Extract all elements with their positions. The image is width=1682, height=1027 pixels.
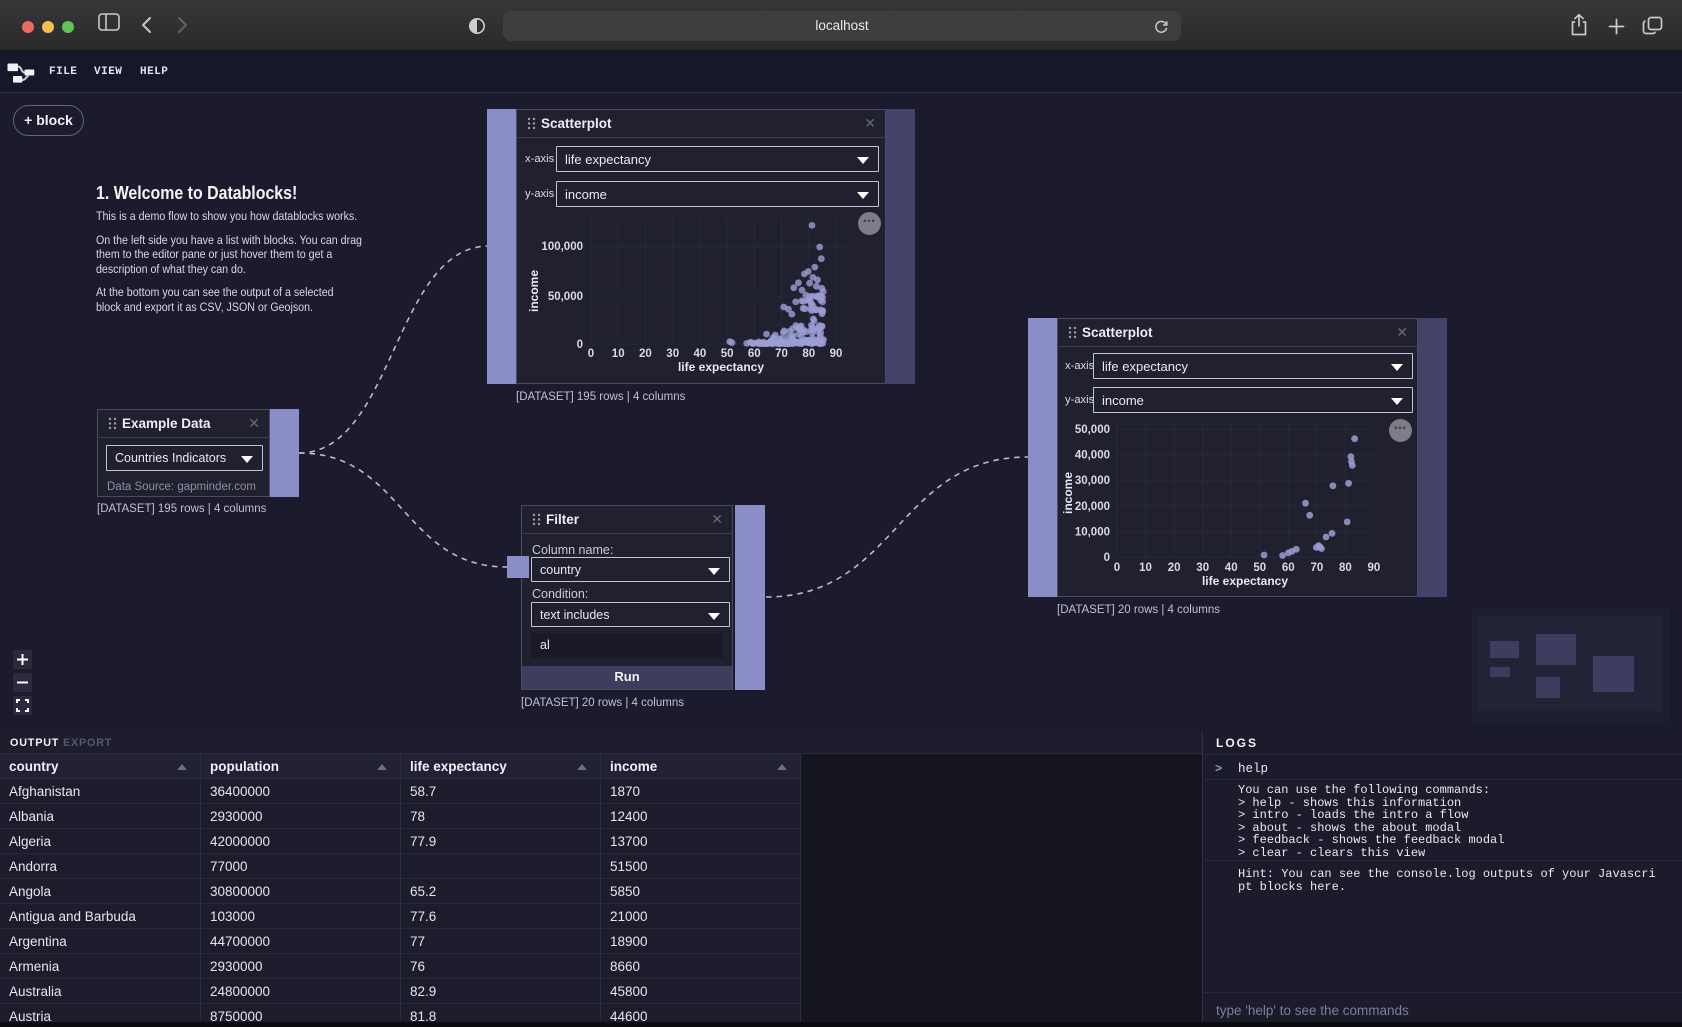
svg-text:0: 0 — [1114, 562, 1120, 574]
svg-text:10,000: 10,000 — [1075, 526, 1110, 538]
svg-text:income: income — [527, 270, 541, 312]
svg-text:70: 70 — [1311, 562, 1324, 574]
svg-text:70: 70 — [775, 348, 788, 360]
svg-text:40: 40 — [1225, 562, 1238, 574]
svg-text:50,000: 50,000 — [1075, 424, 1110, 436]
svg-text:0: 0 — [588, 348, 594, 360]
svg-text:0: 0 — [1104, 552, 1110, 564]
svg-text:0: 0 — [577, 339, 583, 351]
svg-text:30: 30 — [1196, 562, 1209, 574]
svg-text:10: 10 — [1139, 562, 1152, 574]
svg-text:30: 30 — [666, 348, 679, 360]
svg-text:10: 10 — [612, 348, 625, 360]
svg-text:80: 80 — [1339, 562, 1352, 574]
svg-text:50,000: 50,000 — [548, 291, 583, 303]
svg-text:60: 60 — [1282, 562, 1295, 574]
svg-text:90: 90 — [1368, 562, 1381, 574]
svg-text:60: 60 — [748, 348, 761, 360]
svg-text:50: 50 — [721, 348, 734, 360]
svg-text:20,000: 20,000 — [1075, 501, 1110, 513]
svg-text:40,000: 40,000 — [1075, 450, 1110, 462]
svg-text:50: 50 — [1253, 562, 1266, 574]
svg-text:40: 40 — [694, 348, 707, 360]
svg-text:30,000: 30,000 — [1075, 475, 1110, 487]
svg-text:life expectancy: life expectancy — [678, 360, 764, 374]
svg-text:20: 20 — [639, 348, 652, 360]
svg-text:income: income — [1061, 472, 1075, 514]
svg-text:80: 80 — [802, 348, 815, 360]
svg-text:100,000: 100,000 — [541, 241, 583, 253]
svg-text:life expectancy: life expectancy — [1202, 574, 1288, 588]
svg-text:20: 20 — [1168, 562, 1181, 574]
svg-text:90: 90 — [830, 348, 843, 360]
